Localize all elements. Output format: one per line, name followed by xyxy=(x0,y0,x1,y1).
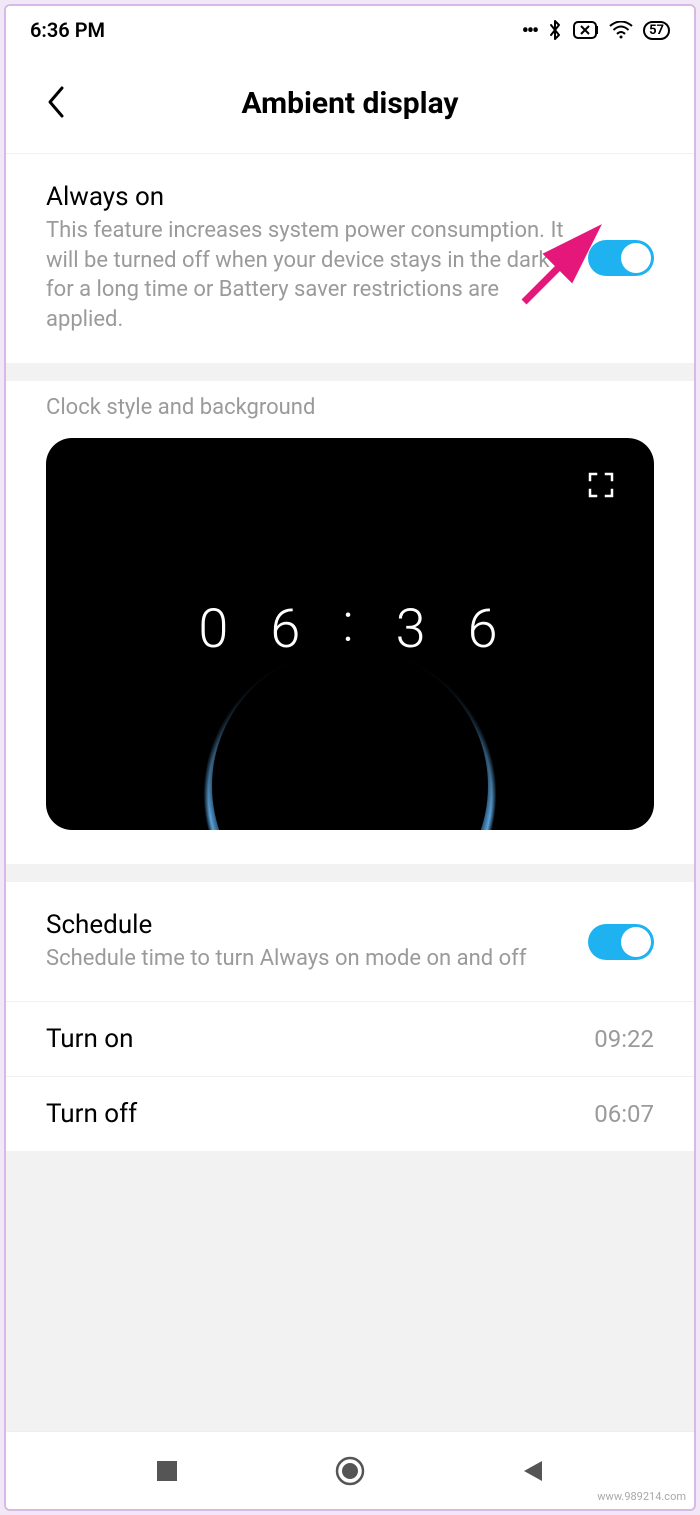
schedule-title: Schedule xyxy=(46,910,572,940)
app-bar: Ambient display xyxy=(6,54,694,154)
system-nav-bar xyxy=(6,1431,694,1509)
clock-digit-3: 3 xyxy=(396,598,430,661)
clock-digit-4: 6 xyxy=(468,598,502,661)
always-on-row[interactable]: Always on This feature increases system … xyxy=(6,154,694,363)
more-dots-icon: ••• xyxy=(522,18,537,42)
clock-style-preview[interactable]: 0 6 : 3 6 xyxy=(46,438,654,830)
wifi-icon xyxy=(609,21,633,39)
section-divider xyxy=(6,864,694,882)
home-button[interactable] xyxy=(330,1451,370,1491)
turn-on-value: 09:22 xyxy=(594,1025,654,1053)
section-divider xyxy=(6,363,694,381)
status-time: 6:36 PM xyxy=(30,18,105,42)
chevron-left-icon xyxy=(46,85,66,119)
turn-off-row[interactable]: Turn off 06:07 xyxy=(6,1077,694,1151)
recent-apps-button[interactable] xyxy=(147,1451,187,1491)
schedule-toggle[interactable] xyxy=(588,924,654,960)
status-right-icons: ••• 57 xyxy=(522,18,670,42)
empty-space xyxy=(6,1151,694,1431)
clock-time-display: 0 6 : 3 6 xyxy=(46,598,654,661)
eclipse-graphic xyxy=(202,646,498,830)
triangle-left-icon xyxy=(522,1459,544,1483)
bluetooth-icon xyxy=(547,19,563,41)
status-bar: 6:36 PM ••• 57 xyxy=(6,6,694,54)
always-on-desc: This feature increases system power cons… xyxy=(46,216,572,335)
clock-digit-2: 6 xyxy=(270,598,304,661)
clock-style-section-label: Clock style and background xyxy=(6,381,694,438)
fullscreen-icon[interactable] xyxy=(588,472,614,502)
battery-saver-icon xyxy=(573,21,599,39)
battery-percent-badge: 57 xyxy=(643,21,670,40)
turn-on-row[interactable]: Turn on 09:22 xyxy=(6,1002,694,1077)
square-icon xyxy=(156,1460,178,1482)
clock-colon: : xyxy=(342,592,357,655)
turn-off-label: Turn off xyxy=(46,1099,578,1129)
back-button[interactable] xyxy=(46,85,66,123)
always-on-toggle[interactable] xyxy=(588,240,654,276)
clock-digit-1: 0 xyxy=(198,598,232,661)
turn-on-label: Turn on xyxy=(46,1024,578,1054)
circle-icon xyxy=(335,1456,365,1486)
back-nav-button[interactable] xyxy=(513,1451,553,1491)
always-on-title: Always on xyxy=(46,182,572,212)
page-title: Ambient display xyxy=(6,86,694,121)
schedule-desc: Schedule time to turn Always on mode on … xyxy=(46,944,572,974)
expand-icon xyxy=(588,472,614,498)
turn-off-value: 06:07 xyxy=(594,1100,654,1128)
schedule-row[interactable]: Schedule Schedule time to turn Always on… xyxy=(6,882,694,1003)
